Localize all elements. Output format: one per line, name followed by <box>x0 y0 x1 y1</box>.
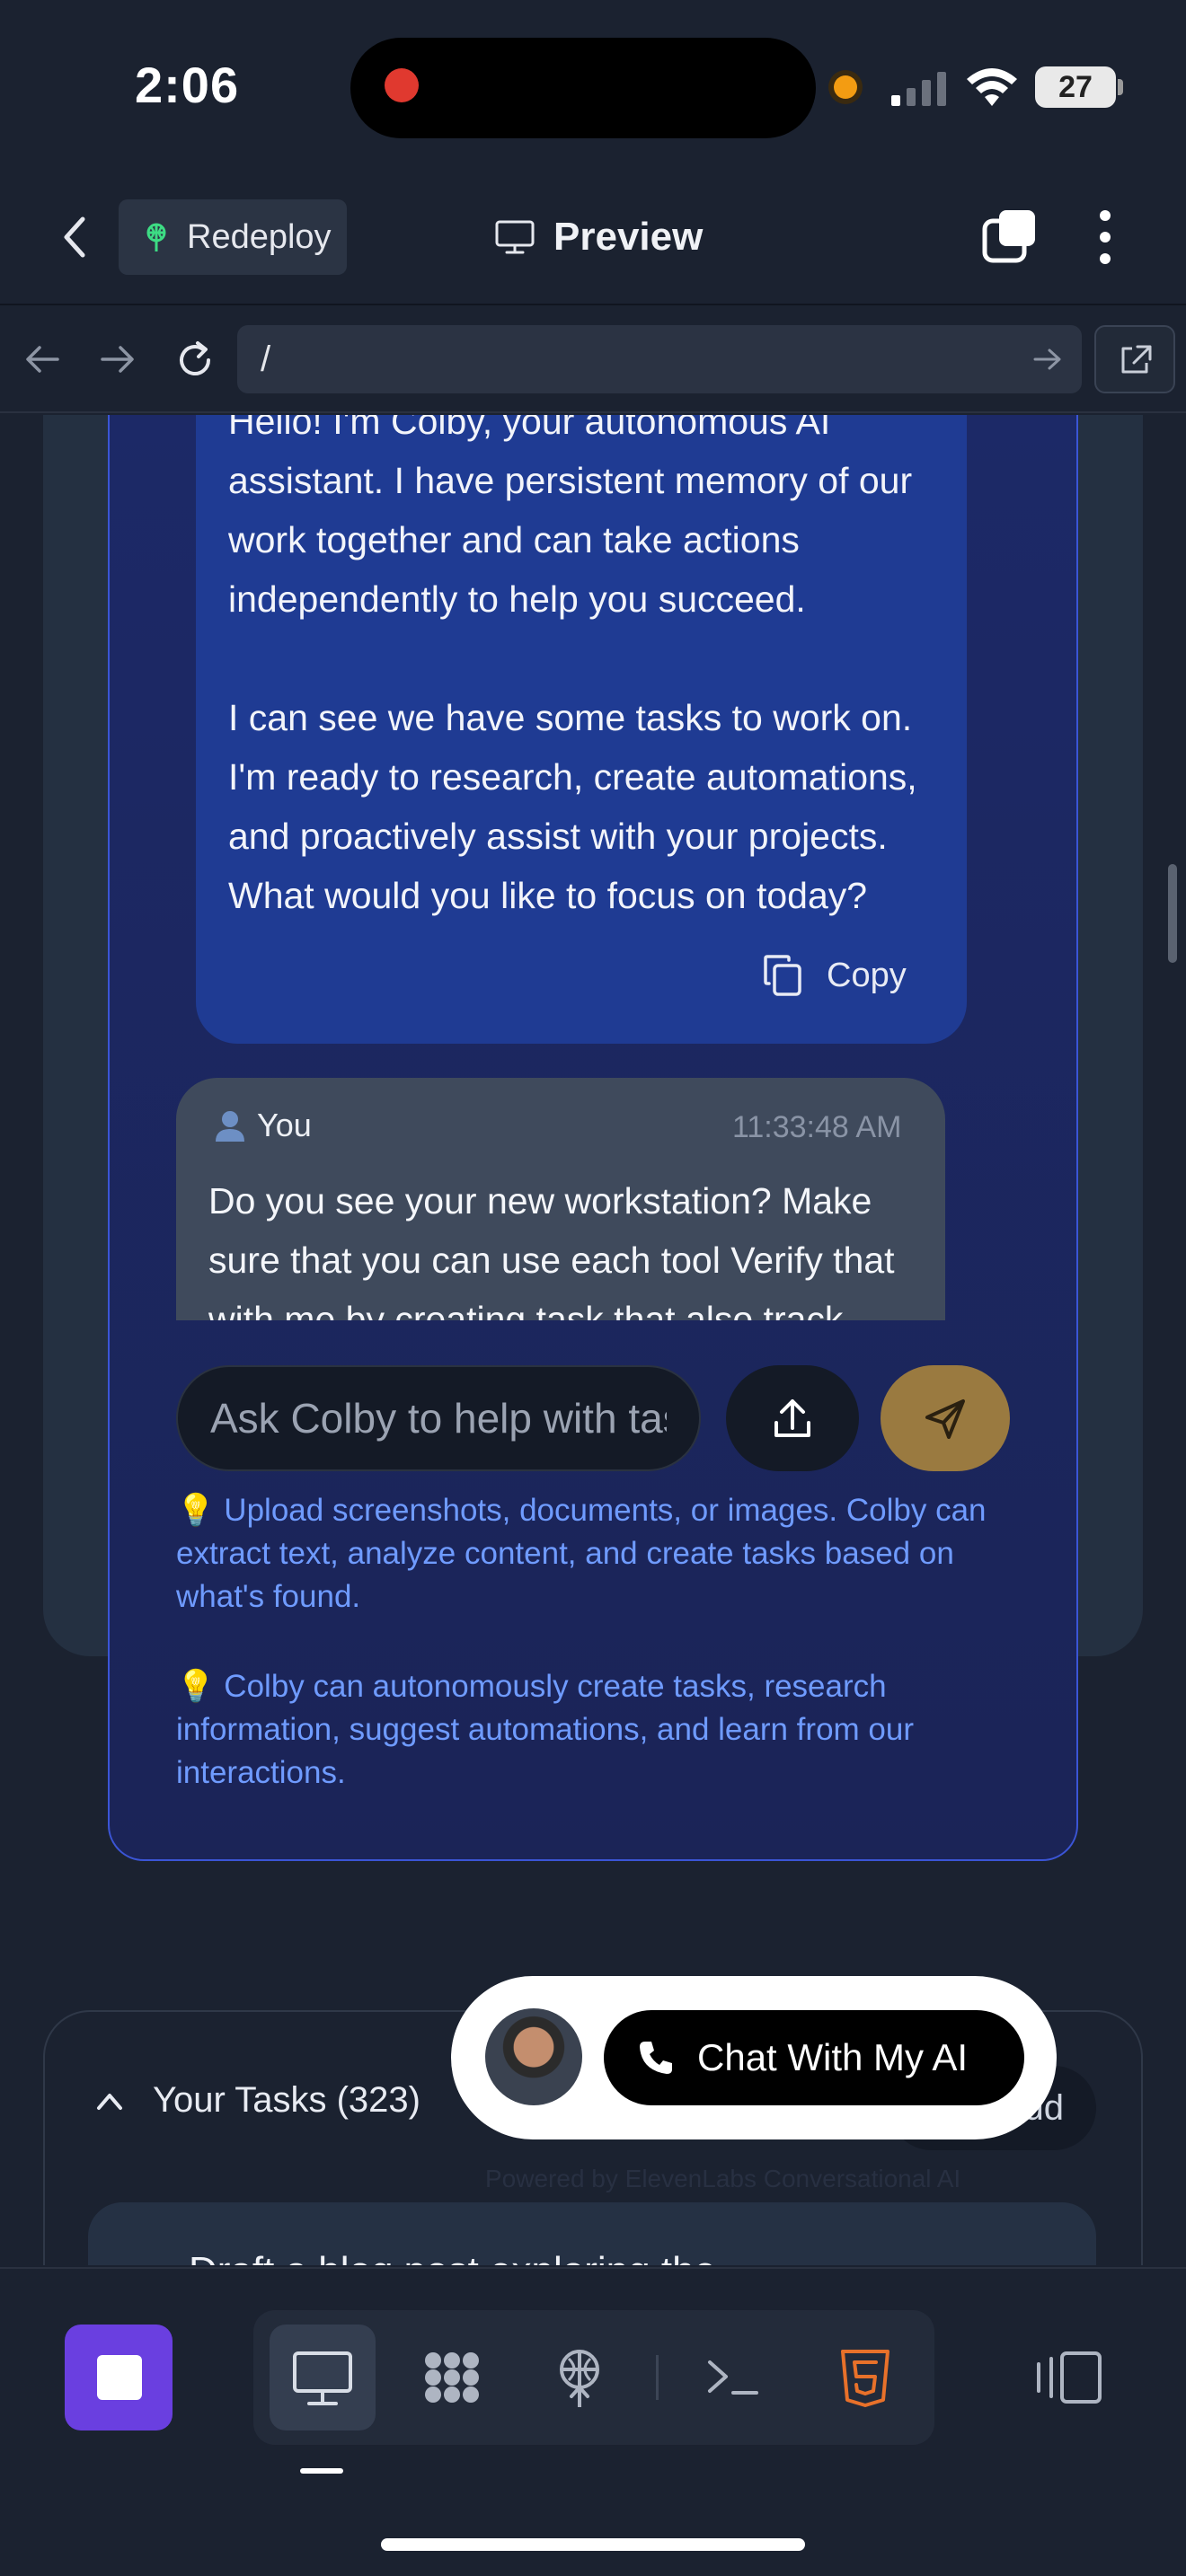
nav-forward-button[interactable] <box>97 341 138 377</box>
upload-tip: 💡 Upload screenshots, documents, or imag… <box>176 1493 987 1614</box>
autonomy-tip: 💡 Colby can autonomously create tasks, r… <box>176 1669 914 1790</box>
reload-button[interactable] <box>173 338 217 383</box>
ai-avatar <box>485 2008 582 2105</box>
more-options-button[interactable] <box>1091 205 1120 269</box>
panels-icon <box>1037 2351 1102 2404</box>
monitor-icon <box>494 219 535 255</box>
recording-indicator-icon <box>385 68 419 102</box>
copy-icon <box>762 953 803 998</box>
send-button[interactable] <box>881 1365 1010 1471</box>
html5-icon <box>841 2350 890 2407</box>
task-title: Draft a blog post exploring the <box>189 2249 716 2265</box>
dynamic-island <box>350 38 816 138</box>
url-field[interactable]: / <box>237 325 1082 393</box>
external-link-icon <box>1121 345 1152 374</box>
chevron-up-icon <box>93 2090 126 2112</box>
upload-button[interactable] <box>726 1365 859 1471</box>
tabs-icon <box>982 210 1035 263</box>
tabs-button[interactable] <box>981 208 1039 266</box>
copy-label: Copy <box>827 956 907 994</box>
arrow-right-icon <box>101 346 134 373</box>
tasks-section-toggle[interactable]: Your Tasks (323) <box>93 2080 420 2121</box>
open-external-button[interactable] <box>1094 325 1175 393</box>
stop-icon <box>97 2355 142 2400</box>
toggle-panels-button[interactable] <box>1024 2325 1111 2430</box>
tool-preview-button[interactable] <box>270 2325 376 2430</box>
home-indicator[interactable] <box>381 2538 805 2551</box>
antenna-icon <box>560 2350 599 2407</box>
vertical-dots-icon <box>1100 210 1111 264</box>
scrollbar-thumb[interactable] <box>1168 864 1177 963</box>
toolbar-divider <box>656 2355 659 2400</box>
signal-icon <box>890 70 949 106</box>
copy-button[interactable]: Copy <box>762 950 907 1001</box>
preview-tab[interactable]: Preview <box>494 208 703 266</box>
back-button[interactable] <box>52 208 97 266</box>
user-message-author: You <box>212 1107 312 1144</box>
battery-indicator: 27 <box>1035 66 1116 108</box>
user-message-time: 11:33:48 AM <box>732 1110 902 1144</box>
tool-terminal-button[interactable] <box>694 2325 774 2430</box>
redeploy-button[interactable]: Redeploy <box>119 199 347 275</box>
chat-input[interactable] <box>176 1365 701 1471</box>
assistant-message-text: Hello! I'm Colby, your autonomous AI ass… <box>228 415 917 916</box>
chevron-left-icon <box>64 216 85 258</box>
user-label-text: You <box>257 1107 312 1143</box>
user-icon <box>212 1107 248 1143</box>
tool-workspace-button[interactable] <box>412 2325 492 2430</box>
antenna-icon <box>140 221 173 253</box>
tool-html-button[interactable] <box>825 2325 906 2430</box>
phone-icon <box>636 2038 676 2078</box>
redeploy-label: Redeploy <box>187 217 332 256</box>
active-tool-indicator <box>300 2468 343 2474</box>
go-button[interactable] <box>1031 345 1064 374</box>
page-title: Preview <box>553 215 704 259</box>
nav-back-button[interactable] <box>22 341 63 377</box>
battery-nub <box>1118 79 1123 95</box>
tasks-title: Your Tasks (323) <box>153 2080 420 2120</box>
chat-with-ai-button[interactable]: Chat With My AI <box>604 2010 1024 2105</box>
chat-with-ai-label: Chat With My AI <box>697 2036 969 2078</box>
monitor-icon <box>293 2351 352 2405</box>
tool-deploy-button[interactable] <box>539 2325 620 2430</box>
camera-in-use-icon <box>834 75 857 99</box>
user-message-text: Do you see your new workstation? Make su… <box>208 1180 895 1320</box>
reload-icon <box>180 341 210 375</box>
upload-icon <box>774 1399 810 1437</box>
status-time: 2:06 <box>135 57 240 113</box>
grid-icon <box>425 2352 479 2403</box>
send-icon <box>925 1399 965 1439</box>
arrow-right-icon <box>1033 348 1061 370</box>
powered-by-text: Powered by ElevenLabs Conversational AI <box>485 2165 961 2192</box>
terminal-icon <box>708 2360 758 2395</box>
wifi-icon <box>965 66 1019 108</box>
arrow-left-icon <box>26 346 59 373</box>
